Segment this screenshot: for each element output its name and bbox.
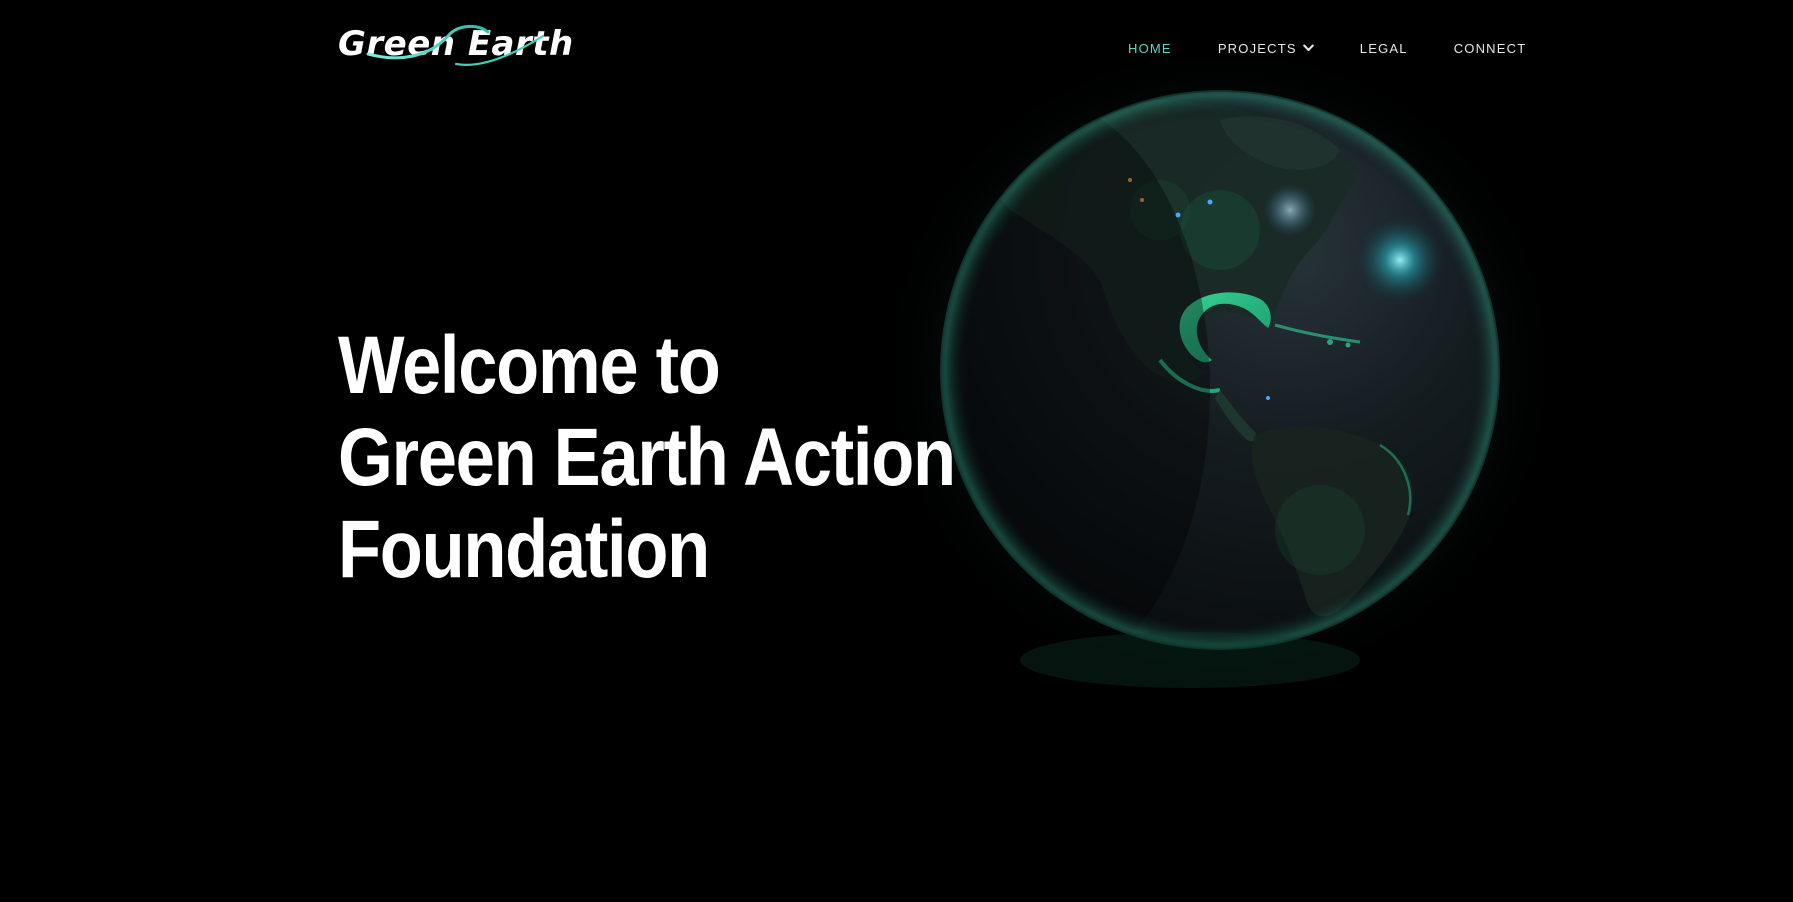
chevron-down-icon (1302, 44, 1314, 51)
nav-item-home[interactable]: HOME (1128, 41, 1172, 56)
hero: Welcome to Green Earth Action Foundation (338, 320, 1058, 596)
site-header: Green Earth HOME PROJECTS LEGAL CONNECT (0, 0, 1793, 90)
page: Green Earth HOME PROJECTS LEGAL CONNECT … (0, 0, 1793, 902)
hero-title-line-2: Green Earth Action (338, 412, 956, 503)
nav-item-projects-label: PROJECTS (1217, 40, 1297, 56)
main-nav: HOME PROJECTS LEGAL CONNECT (1128, 38, 1526, 58)
nav-item-legal[interactable]: LEGAL (1360, 41, 1408, 56)
hero-title-line-1: Welcome to (338, 320, 721, 411)
nav-item-connect[interactable]: CONNECT (1454, 41, 1527, 56)
nav-item-projects[interactable]: PROJECTS (1218, 41, 1314, 56)
logo-swoosh-icon (366, 25, 545, 66)
hero-title-line-3: Foundation (338, 504, 710, 595)
logo[interactable]: Green Earth (338, 18, 573, 70)
hero-title: Welcome to Green Earth Action Foundation (338, 320, 1058, 596)
